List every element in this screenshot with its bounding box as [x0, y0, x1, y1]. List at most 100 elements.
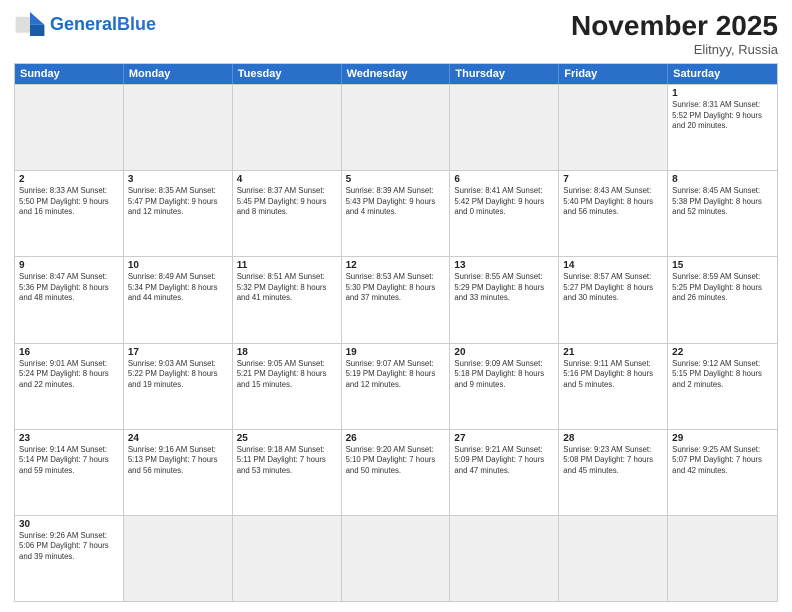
calendar-cell [559, 516, 668, 601]
day-info: Sunrise: 8:43 AM Sunset: 5:40 PM Dayligh… [563, 186, 663, 218]
calendar-cell: 2Sunrise: 8:33 AM Sunset: 5:50 PM Daylig… [15, 171, 124, 256]
day-number: 18 [237, 347, 337, 358]
day-number: 11 [237, 260, 337, 271]
day-info: Sunrise: 9:20 AM Sunset: 5:10 PM Dayligh… [346, 445, 446, 477]
logo-text: GeneralBlue [50, 15, 156, 33]
calendar-cell: 8Sunrise: 8:45 AM Sunset: 5:38 PM Daylig… [668, 171, 777, 256]
day-info: Sunrise: 8:55 AM Sunset: 5:29 PM Dayligh… [454, 272, 554, 304]
calendar-cell [342, 516, 451, 601]
calendar-cell [124, 516, 233, 601]
calendar-cell: 6Sunrise: 8:41 AM Sunset: 5:42 PM Daylig… [450, 171, 559, 256]
day-number: 30 [19, 519, 119, 530]
calendar-cell: 21Sunrise: 9:11 AM Sunset: 5:16 PM Dayli… [559, 344, 668, 429]
day-number: 8 [672, 174, 773, 185]
calendar-cell: 14Sunrise: 8:57 AM Sunset: 5:27 PM Dayli… [559, 257, 668, 342]
calendar-row-2: 9Sunrise: 8:47 AM Sunset: 5:36 PM Daylig… [15, 256, 777, 342]
calendar-cell: 24Sunrise: 9:16 AM Sunset: 5:13 PM Dayli… [124, 430, 233, 515]
logo: GeneralBlue [14, 10, 156, 38]
day-number: 23 [19, 433, 119, 444]
calendar-cell: 28Sunrise: 9:23 AM Sunset: 5:08 PM Dayli… [559, 430, 668, 515]
calendar: SundayMondayTuesdayWednesdayThursdayFrid… [14, 63, 778, 602]
day-number: 19 [346, 347, 446, 358]
day-info: Sunrise: 8:59 AM Sunset: 5:25 PM Dayligh… [672, 272, 773, 304]
day-number: 24 [128, 433, 228, 444]
calendar-cell: 29Sunrise: 9:25 AM Sunset: 5:07 PM Dayli… [668, 430, 777, 515]
day-number: 25 [237, 433, 337, 444]
calendar-row-3: 16Sunrise: 9:01 AM Sunset: 5:24 PM Dayli… [15, 343, 777, 429]
calendar-cell [124, 85, 233, 170]
calendar-cell: 30Sunrise: 9:26 AM Sunset: 5:06 PM Dayli… [15, 516, 124, 601]
calendar-cell [559, 85, 668, 170]
header-day-monday: Monday [124, 64, 233, 84]
header-day-sunday: Sunday [15, 64, 124, 84]
day-info: Sunrise: 8:47 AM Sunset: 5:36 PM Dayligh… [19, 272, 119, 304]
logo-general: General [50, 14, 117, 34]
calendar-cell: 10Sunrise: 8:49 AM Sunset: 5:34 PM Dayli… [124, 257, 233, 342]
logo-icon [14, 10, 46, 38]
day-number: 2 [19, 174, 119, 185]
day-info: Sunrise: 9:12 AM Sunset: 5:15 PM Dayligh… [672, 359, 773, 391]
day-number: 12 [346, 260, 446, 271]
calendar-row-4: 23Sunrise: 9:14 AM Sunset: 5:14 PM Dayli… [15, 429, 777, 515]
day-number: 26 [346, 433, 446, 444]
calendar-cell: 27Sunrise: 9:21 AM Sunset: 5:09 PM Dayli… [450, 430, 559, 515]
day-info: Sunrise: 8:37 AM Sunset: 5:45 PM Dayligh… [237, 186, 337, 218]
day-number: 7 [563, 174, 663, 185]
day-info: Sunrise: 9:18 AM Sunset: 5:11 PM Dayligh… [237, 445, 337, 477]
day-number: 14 [563, 260, 663, 271]
calendar-cell: 12Sunrise: 8:53 AM Sunset: 5:30 PM Dayli… [342, 257, 451, 342]
calendar-cell [668, 516, 777, 601]
calendar-header: SundayMondayTuesdayWednesdayThursdayFrid… [15, 64, 777, 84]
calendar-cell: 23Sunrise: 9:14 AM Sunset: 5:14 PM Dayli… [15, 430, 124, 515]
day-number: 9 [19, 260, 119, 271]
day-number: 1 [672, 88, 773, 99]
day-number: 10 [128, 260, 228, 271]
day-info: Sunrise: 8:57 AM Sunset: 5:27 PM Dayligh… [563, 272, 663, 304]
day-number: 22 [672, 347, 773, 358]
day-info: Sunrise: 9:03 AM Sunset: 5:22 PM Dayligh… [128, 359, 228, 391]
calendar-cell [450, 516, 559, 601]
day-info: Sunrise: 9:09 AM Sunset: 5:18 PM Dayligh… [454, 359, 554, 391]
calendar-row-1: 2Sunrise: 8:33 AM Sunset: 5:50 PM Daylig… [15, 170, 777, 256]
page: GeneralBlue November 2025 Elitnyy, Russi… [0, 0, 792, 612]
header-day-thursday: Thursday [450, 64, 559, 84]
day-info: Sunrise: 8:49 AM Sunset: 5:34 PM Dayligh… [128, 272, 228, 304]
day-number: 5 [346, 174, 446, 185]
day-number: 28 [563, 433, 663, 444]
day-number: 16 [19, 347, 119, 358]
calendar-cell: 25Sunrise: 9:18 AM Sunset: 5:11 PM Dayli… [233, 430, 342, 515]
day-number: 15 [672, 260, 773, 271]
header-day-friday: Friday [559, 64, 668, 84]
day-info: Sunrise: 8:41 AM Sunset: 5:42 PM Dayligh… [454, 186, 554, 218]
day-info: Sunrise: 9:07 AM Sunset: 5:19 PM Dayligh… [346, 359, 446, 391]
location: Elitnyy, Russia [571, 42, 778, 57]
day-info: Sunrise: 8:31 AM Sunset: 5:52 PM Dayligh… [672, 100, 773, 132]
day-number: 6 [454, 174, 554, 185]
calendar-cell: 17Sunrise: 9:03 AM Sunset: 5:22 PM Dayli… [124, 344, 233, 429]
day-info: Sunrise: 8:53 AM Sunset: 5:30 PM Dayligh… [346, 272, 446, 304]
calendar-cell [233, 85, 342, 170]
calendar-body: 1Sunrise: 8:31 AM Sunset: 5:52 PM Daylig… [15, 84, 777, 601]
day-number: 29 [672, 433, 773, 444]
calendar-cell [233, 516, 342, 601]
calendar-cell: 4Sunrise: 8:37 AM Sunset: 5:45 PM Daylig… [233, 171, 342, 256]
calendar-cell: 5Sunrise: 8:39 AM Sunset: 5:43 PM Daylig… [342, 171, 451, 256]
calendar-cell [450, 85, 559, 170]
day-info: Sunrise: 8:33 AM Sunset: 5:50 PM Dayligh… [19, 186, 119, 218]
calendar-cell: 19Sunrise: 9:07 AM Sunset: 5:19 PM Dayli… [342, 344, 451, 429]
title-block: November 2025 Elitnyy, Russia [571, 10, 778, 57]
day-number: 21 [563, 347, 663, 358]
day-number: 3 [128, 174, 228, 185]
day-info: Sunrise: 9:21 AM Sunset: 5:09 PM Dayligh… [454, 445, 554, 477]
day-info: Sunrise: 8:45 AM Sunset: 5:38 PM Dayligh… [672, 186, 773, 218]
calendar-row-0: 1Sunrise: 8:31 AM Sunset: 5:52 PM Daylig… [15, 84, 777, 170]
calendar-cell: 9Sunrise: 8:47 AM Sunset: 5:36 PM Daylig… [15, 257, 124, 342]
logo-blue: Blue [117, 14, 156, 34]
day-number: 27 [454, 433, 554, 444]
calendar-cell: 15Sunrise: 8:59 AM Sunset: 5:25 PM Dayli… [668, 257, 777, 342]
header-day-wednesday: Wednesday [342, 64, 451, 84]
header-day-tuesday: Tuesday [233, 64, 342, 84]
calendar-cell [15, 85, 124, 170]
calendar-cell: 20Sunrise: 9:09 AM Sunset: 5:18 PM Dayli… [450, 344, 559, 429]
header: GeneralBlue November 2025 Elitnyy, Russi… [14, 10, 778, 57]
